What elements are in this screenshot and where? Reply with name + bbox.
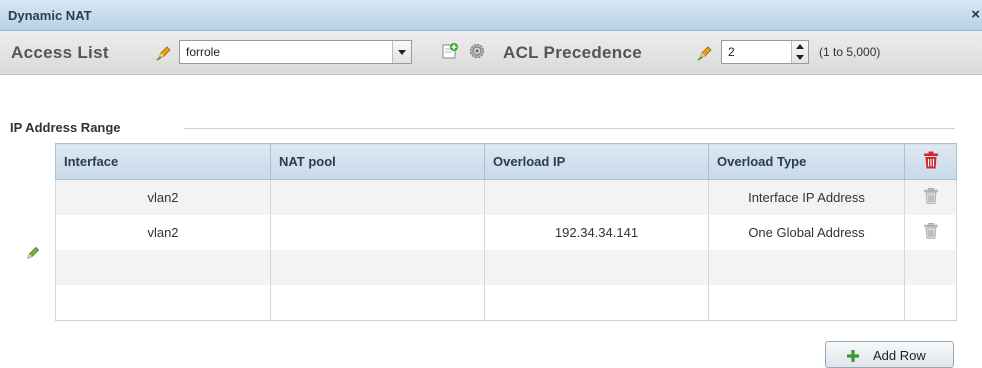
add-row-label: Add Row: [873, 348, 926, 363]
table-row[interactable]: vlan2 Interface IP Address: [55, 179, 957, 215]
access-list-value: forrole: [186, 45, 221, 59]
row-delete-cell: [904, 250, 957, 285]
gear-icon[interactable]: [468, 42, 486, 60]
table-header-row: Interface NAT pool Overload IP Overload …: [55, 143, 957, 180]
close-icon[interactable]: ×: [971, 6, 980, 23]
row-delete-cell: [904, 285, 957, 321]
cell-interface: vlan2: [55, 179, 271, 215]
trash-icon[interactable]: [923, 151, 939, 169]
toolbar: Access List forrole ACL Precedence 2 (1 …: [0, 31, 982, 75]
cell-overload-ip: [484, 179, 709, 215]
cell-interface: [55, 250, 271, 285]
cell-overload-ip: [484, 285, 709, 321]
cell-overload-ip: [484, 250, 709, 285]
cell-overload-type: [708, 250, 905, 285]
dialog-title-bar: Dynamic NAT ×: [0, 0, 982, 31]
acl-precedence-label: ACL Precedence: [503, 43, 643, 62]
trash-icon[interactable]: [923, 188, 938, 204]
table-row[interactable]: vlan2 192.34.34.141 One Global Address: [55, 215, 957, 250]
cell-overload-type: One Global Address: [708, 215, 905, 250]
row-delete-cell: [904, 215, 957, 250]
spinner-up-icon[interactable]: [792, 41, 808, 52]
cell-nat-pool: [270, 179, 485, 215]
add-row-button[interactable]: Add Row: [825, 341, 954, 368]
spinner-down-icon[interactable]: [792, 52, 808, 63]
table-row[interactable]: [55, 250, 957, 285]
trash-icon[interactable]: [923, 223, 938, 239]
column-header-overload-type[interactable]: Overload Type: [708, 143, 905, 180]
edit-pencil-icon[interactable]: [26, 246, 40, 260]
access-list-select[interactable]: forrole: [179, 40, 412, 64]
dropdown-arrow-icon[interactable]: [392, 41, 411, 63]
cell-nat-pool: [270, 285, 485, 321]
cell-overload-type: [708, 285, 905, 321]
pencil-icon: [156, 46, 171, 61]
column-header-overload-ip[interactable]: Overload IP: [484, 143, 709, 180]
row-delete-cell: [904, 179, 957, 215]
cell-interface: vlan2: [55, 215, 271, 250]
create-new-icon[interactable]: [441, 42, 459, 60]
acl-precedence-value: 2: [728, 45, 735, 59]
acl-precedence-stepper[interactable]: 2: [721, 40, 809, 64]
ip-range-table: Interface NAT pool Overload IP Overload …: [55, 143, 957, 321]
cell-overload-ip: 192.34.34.141: [484, 215, 709, 250]
column-header-interface[interactable]: Interface: [55, 143, 271, 180]
cell-nat-pool: [270, 215, 485, 250]
acl-precedence-range: (1 to 5,000): [819, 45, 881, 59]
cell-overload-type: Interface IP Address: [708, 179, 905, 215]
column-header-nat-pool[interactable]: NAT pool: [270, 143, 485, 180]
section-title: IP Address Range: [10, 120, 121, 135]
access-list-label: Access List: [11, 43, 109, 62]
cell-interface: [55, 285, 271, 321]
cell-nat-pool: [270, 250, 485, 285]
delete-all-header[interactable]: [904, 143, 957, 180]
dialog-title: Dynamic NAT: [8, 8, 92, 23]
plus-icon: [847, 350, 859, 362]
spinner-buttons: [791, 41, 808, 63]
pencil-icon: [697, 46, 712, 61]
section-divider: [184, 128, 955, 129]
table-row[interactable]: [55, 285, 957, 321]
